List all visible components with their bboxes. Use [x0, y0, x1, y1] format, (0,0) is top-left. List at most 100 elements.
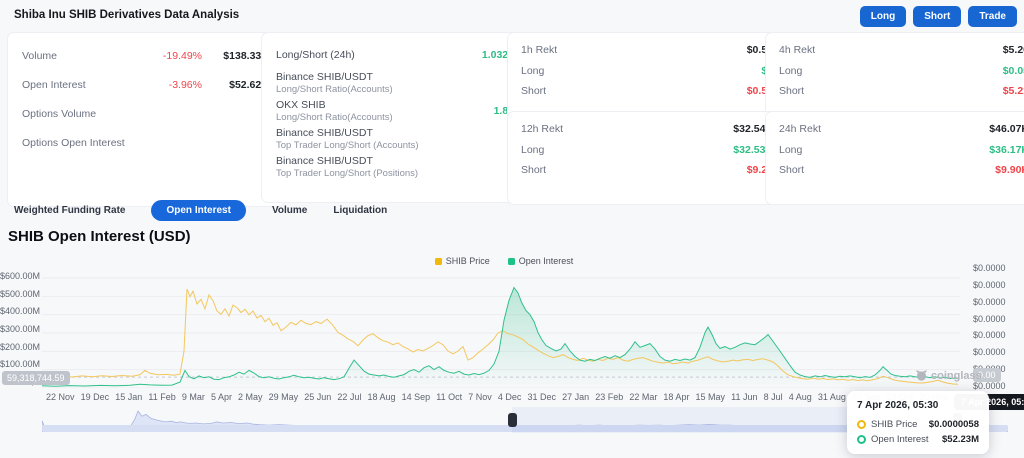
ratio-title-block: OKX SHIB Long/Short Ratio(Accounts): [276, 99, 494, 123]
x-axis-label: 9 Mar: [182, 392, 205, 402]
legend-swatch-icon: [435, 258, 442, 265]
stat-value: $138.33M: [202, 50, 270, 62]
legend-item[interactable]: Open Interest: [508, 256, 574, 266]
ratio-row[interactable]: OKX SHIB Long/Short Ratio(Accounts) 1.89: [276, 99, 514, 123]
rekt-label: 24h Rekt: [779, 123, 989, 135]
rekt-label: Long: [521, 65, 761, 77]
x-axis-label: 11 Oct: [436, 392, 462, 402]
rekt-row: Short $0.59: [521, 81, 773, 102]
rekt-row: Short $9.90K: [779, 160, 1024, 181]
rekt-row: 1h Rekt $0.59: [521, 40, 773, 61]
x-axis-label: 4 Dec: [498, 392, 522, 402]
rekt-label: 1h Rekt: [521, 44, 747, 56]
x-axis-label: 22 Mar: [629, 392, 657, 402]
x-axis-label: 25 Jun: [304, 392, 331, 402]
ratio-title-block: Long/Short (24h): [276, 49, 482, 62]
x-axis-label: 29 May: [269, 392, 299, 402]
rekt-row: Short $9.21: [521, 160, 773, 181]
rekt-value: $0.05: [1003, 65, 1024, 77]
page-title: Shiba Inu SHIB Derivatives Data Analysis: [14, 9, 239, 21]
header-trade-button[interactable]: Trade: [968, 6, 1017, 27]
tab[interactable]: Open Interest: [151, 200, 245, 221]
rekt-label: 4h Rekt: [779, 44, 1003, 56]
x-axis-label: 15 Jan: [115, 392, 142, 402]
rekt-value: $9.90K: [995, 164, 1024, 176]
series-dot-icon: [857, 435, 866, 444]
navigator-handle-left[interactable]: [508, 413, 517, 427]
x-axis-label: 31 Aug: [818, 392, 846, 402]
rekt-row: Long $0.05: [779, 61, 1024, 82]
stat-label: Volume: [22, 50, 144, 62]
coinglass-logo-icon: [915, 369, 928, 382]
stat-row: Options Volume: [22, 99, 270, 128]
current-oi-value-badge: 59,318,744.59: [2, 371, 70, 385]
open-interest-area: [42, 288, 958, 389]
rekt-label: Short: [779, 164, 995, 176]
header-trade-button[interactable]: Short: [913, 6, 961, 27]
market-stats-card: Volume -19.49% $138.33M Open Interest -3…: [8, 33, 284, 206]
stat-value: $52.62M: [202, 79, 270, 91]
rekt-row: Short $5.21: [779, 81, 1024, 102]
ratio-title-block: Binance SHIB/USDT Long/Short Ratio(Accou…: [276, 71, 514, 95]
ratio-row[interactable]: Long/Short (24h) 1.0325: [276, 43, 514, 67]
stat-change: -19.49%: [144, 50, 202, 62]
rekt-card-24h: 24h Rekt $46.07K Long $36.17K Short $9.9…: [766, 112, 1024, 204]
x-axis-label: 22 Nov: [46, 392, 75, 402]
legend-item[interactable]: SHIB Price: [435, 256, 490, 266]
x-axis-label: 23 Feb: [595, 392, 623, 402]
rekt-label: Short: [521, 164, 747, 176]
ratio-title: Binance SHIB/USDT: [276, 71, 514, 83]
y-axis-label: $0.0000: [973, 381, 1021, 391]
legend-swatch-icon: [508, 258, 515, 265]
ratio-row[interactable]: Binance SHIB/USDT Top Trader Long/Short …: [276, 127, 514, 151]
x-axis-label: 15 May: [696, 392, 726, 402]
x-axis-label: 7 Nov: [468, 392, 492, 402]
tooltip-series-label: SHIB Price: [871, 419, 924, 430]
ratio-row[interactable]: Binance SHIB/USDT Top Trader Long/Short …: [276, 155, 514, 179]
stat-row: Volume -19.49% $138.33M: [22, 41, 270, 70]
ratio-title-block: Binance SHIB/USDT Top Trader Long/Short …: [276, 127, 514, 151]
ratio-subtitle: Long/Short Ratio(Accounts): [276, 84, 514, 95]
ratio-subtitle: Top Trader Long/Short (Positions): [276, 168, 514, 179]
tab[interactable]: Volume: [272, 200, 307, 221]
tooltip-series-value: $52.23M: [942, 434, 979, 445]
rekt-card-1h: 1h Rekt $0.59 Long $0 Short $0.59: [508, 33, 786, 121]
tab[interactable]: Weighted Funding Rate: [14, 200, 125, 221]
ratio-title: Long/Short (24h): [276, 49, 482, 61]
x-axis-label: 18 Aug: [368, 392, 396, 402]
rekt-label: Long: [779, 144, 989, 156]
header-trade-button[interactable]: Long: [860, 6, 906, 27]
x-axis-label: 8 Jul: [764, 392, 783, 402]
rekt-label: Short: [779, 85, 1003, 97]
ratio-subtitle: Top Trader Long/Short (Accounts): [276, 140, 514, 151]
watermark-text: coinglass: [931, 370, 982, 382]
legend-label: Open Interest: [519, 256, 574, 266]
rekt-row: Long $0: [521, 61, 773, 82]
header-trade-buttons: Long Short Trade: [860, 6, 1017, 27]
rekt-value: $36.17K: [989, 144, 1024, 156]
watermark: coinglass: [915, 369, 982, 382]
tooltip-rows: SHIB Price $0.0000058 Open Interest $52.…: [857, 419, 979, 445]
x-axis-label: 27 Jan: [562, 392, 589, 402]
y-axis-label: $600.00M: [0, 271, 40, 281]
tooltip-time: 7 Apr 2026, 05:30: [857, 400, 979, 411]
x-axis-label: 11 Feb: [148, 392, 175, 402]
x-axis-label: 31 Dec: [527, 392, 556, 402]
rekt-row: Long $36.17K: [779, 140, 1024, 161]
x-axis-label: 18 Apr: [663, 392, 689, 402]
ratio-row[interactable]: Binance SHIB/USDT Long/Short Ratio(Accou…: [276, 71, 514, 95]
ratio-title: OKX SHIB: [276, 99, 494, 111]
chart-title: SHIB Open Interest (USD): [8, 228, 191, 245]
rekt-label: Long: [521, 144, 733, 156]
main-chart[interactable]: [42, 266, 960, 388]
ratio-title-block: Binance SHIB/USDT Top Trader Long/Short …: [276, 155, 514, 179]
legend-label: SHIB Price: [446, 256, 490, 266]
rekt-label: 12h Rekt: [521, 123, 733, 135]
ratio-subtitle: Long/Short Ratio(Accounts): [276, 112, 494, 123]
x-axis-label: 14 Sep: [402, 392, 431, 402]
chart-legend: SHIB Price Open Interest: [0, 256, 1008, 266]
x-axis-label: 4 Aug: [789, 392, 812, 402]
rekt-label: Long: [779, 65, 1003, 77]
stat-label: Options Volume: [22, 108, 144, 120]
tab[interactable]: Liquidation: [333, 200, 387, 221]
